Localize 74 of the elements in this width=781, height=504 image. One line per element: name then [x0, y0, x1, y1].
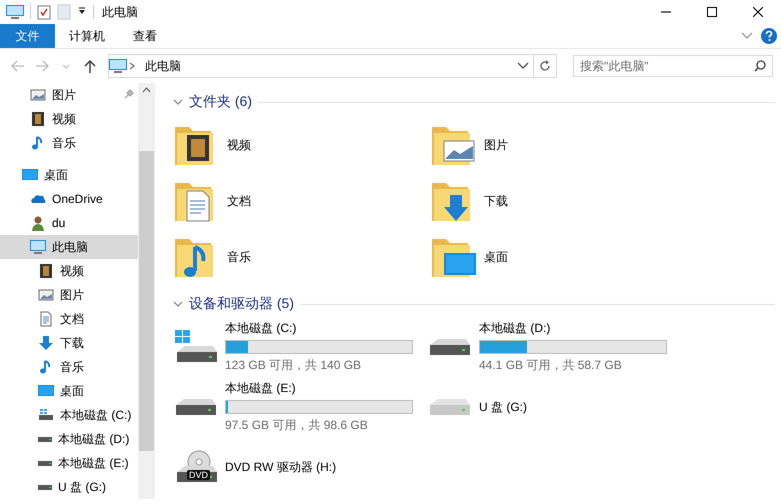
- address-bar[interactable]: 此电脑: [108, 54, 534, 78]
- drive-space-text: 44.1 GB 可用，共 58.7 GB: [479, 357, 623, 374]
- nav-item[interactable]: OneDrive: [0, 187, 138, 211]
- maximize-icon[interactable]: [707, 7, 717, 17]
- drive-space-text: 97.5 GB 可用，共 98.6 GB: [225, 417, 369, 434]
- monitor-icon: [22, 167, 38, 183]
- document-icon: [38, 311, 54, 327]
- nav-item[interactable]: 视频: [0, 259, 138, 283]
- drive-name[interactable]: 本地磁盘 (C:): [225, 320, 413, 337]
- drive-icon: [38, 460, 52, 466]
- nav-item[interactable]: 本地磁盘 (E:): [0, 451, 138, 475]
- nav-item[interactable]: 桌面: [0, 163, 138, 187]
- folder-name[interactable]: 桌面: [484, 248, 508, 266]
- picture-icon: [38, 287, 54, 303]
- drive-icon: [430, 399, 470, 415]
- search-icon: [754, 60, 766, 72]
- nav-item[interactable]: 图片: [0, 83, 138, 107]
- drive-icon: [38, 484, 52, 490]
- film-icon: [38, 263, 54, 279]
- nav-item[interactable]: 桌面: [0, 379, 138, 403]
- nav-item[interactable]: U 盘 (G:): [0, 475, 138, 499]
- drive-name[interactable]: 本地磁盘 (E:): [225, 380, 413, 397]
- picture-icon: [30, 87, 46, 103]
- folder-name[interactable]: 音乐: [227, 248, 251, 266]
- search-field[interactable]: 搜索"此电脑": [573, 55, 773, 77]
- collapse-chevron-icon[interactable]: [173, 97, 183, 107]
- window-title: 此电脑: [102, 4, 138, 20]
- collapse-chevron-icon[interactable]: [173, 299, 183, 309]
- nav-item[interactable]: 视频: [0, 107, 138, 131]
- scroll-up-icon[interactable]: [142, 87, 151, 93]
- nav-item[interactable]: 音乐: [0, 131, 138, 155]
- drive-name[interactable]: DVD RW 驱动器 (H:): [225, 458, 336, 476]
- drive-name[interactable]: U 盘 (G:): [479, 398, 527, 416]
- help-icon[interactable]: [761, 28, 777, 44]
- dropdown-icon[interactable]: [517, 62, 529, 70]
- user-icon: [30, 215, 46, 231]
- folder-name[interactable]: 下载: [484, 192, 508, 210]
- scrollbar[interactable]: [138, 83, 155, 499]
- nav-item[interactable]: 本地磁盘 (C:): [0, 403, 138, 427]
- dvd-label: DVD: [187, 470, 210, 480]
- nav-item[interactable]: 文档: [0, 307, 138, 331]
- down-arrow-icon: [38, 335, 54, 351]
- system-drive-icon: [173, 330, 219, 364]
- expand-ribbon-icon[interactable]: [741, 32, 753, 40]
- folder-name[interactable]: 视频: [227, 136, 251, 154]
- folder-name[interactable]: 文档: [227, 192, 251, 210]
- film-icon: [30, 111, 46, 127]
- drive-name[interactable]: 本地磁盘 (D:): [479, 320, 667, 337]
- scrollbar-thumb[interactable]: [139, 151, 154, 451]
- properties-icon[interactable]: [37, 4, 51, 20]
- drive-space-text: 123 GB 可用，共 140 GB: [225, 357, 362, 374]
- nav-item[interactable]: 图片: [0, 283, 138, 307]
- nav-item[interactable]: 音乐: [0, 355, 138, 379]
- close-icon[interactable]: [753, 7, 763, 17]
- chevron-right-icon: [127, 61, 137, 71]
- computer-icon: [109, 59, 127, 73]
- drive-icon: [176, 399, 216, 415]
- drive-icon: [38, 436, 52, 442]
- refresh-button[interactable]: [534, 54, 557, 78]
- nav-item[interactable]: 本地磁盘 (D:): [0, 427, 138, 451]
- nav-item[interactable]: du: [0, 211, 138, 235]
- folder-name[interactable]: 图片: [484, 136, 508, 154]
- nav-item[interactable]: 此电脑: [0, 235, 138, 259]
- drive-icon: [38, 407, 54, 423]
- computer-icon: [30, 239, 46, 255]
- computer-icon[interactable]: [6, 5, 24, 19]
- up-icon[interactable]: [83, 59, 97, 73]
- section-title[interactable]: 文件夹 (6): [189, 93, 252, 111]
- file-menu-button[interactable]: 文件: [0, 24, 55, 48]
- refresh-icon: [539, 60, 551, 72]
- section-title[interactable]: 设备和驱动器 (5): [189, 295, 294, 313]
- nav-item[interactable]: 下载: [0, 331, 138, 355]
- drive-icon: [430, 339, 470, 355]
- monitor-icon: [38, 383, 54, 399]
